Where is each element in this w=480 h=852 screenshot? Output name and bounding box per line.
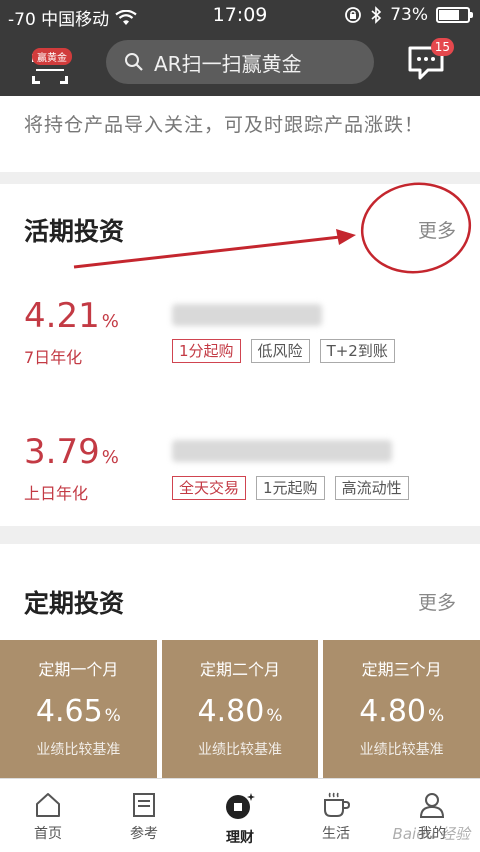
current-investment-title: 活期投资 <box>24 217 125 246</box>
document-icon <box>133 793 155 817</box>
tab-label: 首页 <box>34 826 62 842</box>
fixed-product-card[interactable]: 定期三个月 4.80% 业绩比较基准 <box>323 640 480 780</box>
card-term: 定期三个月 <box>361 660 442 679</box>
battery-percent: 73% <box>390 5 428 25</box>
card-rate-unit: % <box>104 706 121 726</box>
tag: 高流动性 <box>334 476 409 500</box>
product-rate: 4.21% <box>24 296 119 336</box>
tag: T+2到账 <box>319 339 395 363</box>
fixed-investment-title: 定期投资 <box>24 589 125 618</box>
rate-label: 7日年化 <box>24 348 83 367</box>
card-note: 业绩比较基准 <box>36 742 121 758</box>
messages-button[interactable]: 15 <box>406 38 454 84</box>
tag: 1分起购 <box>172 339 241 363</box>
product-rate: 3.79% <box>24 432 119 472</box>
tab-label: 理财 <box>226 830 254 846</box>
tab-home[interactable]: 首页 <box>0 779 96 852</box>
current-investment-more-link[interactable]: 更多 <box>418 216 456 243</box>
scan-button[interactable]: 赢黄金 <box>26 40 76 86</box>
wealth-icon <box>226 793 255 819</box>
fixed-product-card[interactable]: 定期一个月 4.65% 业绩比较基准 <box>0 640 157 780</box>
tag: 全天交易 <box>172 476 247 500</box>
card-term: 定期一个月 <box>38 660 119 679</box>
card-note: 业绩比较基准 <box>198 742 282 758</box>
tab-label: 参考 <box>130 826 158 842</box>
bottom-tab-bar: 首页 参考 理财 生活 我的 Baidu 经验 <box>0 778 480 852</box>
tag: 低风险 <box>250 339 310 363</box>
product-name-blurred <box>172 440 392 462</box>
scan-gold-badge: 赢黄金 <box>32 48 72 65</box>
rate-unit: % <box>101 447 119 468</box>
current-investment-section: 活期投资 更多 4.21% 7日年化 1分起购 低风险 T+2到账 3.79% … <box>0 184 480 526</box>
card-rate-value: 4.80 <box>197 694 265 729</box>
card-rate-value: 4.80 <box>359 694 426 729</box>
baidu-watermark: Baidu 经验 <box>392 825 470 843</box>
tag: 1元起购 <box>256 476 325 500</box>
product-name-blurred <box>172 304 322 326</box>
card-rate-unit: % <box>428 706 445 726</box>
search-icon <box>125 53 143 71</box>
top-nav: 赢黄金 AR扫一扫赢黄金 15 <box>0 32 480 96</box>
fixed-product-card[interactable]: 定期二个月 4.80% 业绩比较基准 <box>161 640 319 780</box>
card-rate-unit: % <box>266 706 283 726</box>
battery-icon <box>436 7 473 23</box>
fixed-investment-more-link[interactable]: 更多 <box>418 588 456 615</box>
person-icon <box>419 793 445 818</box>
card-note: 业绩比较基准 <box>359 742 444 758</box>
import-tip-card[interactable]: 将持仓产品导入关注，可及时跟踪产品涨跌！ <box>0 96 480 172</box>
import-tip-text: 将持仓产品导入关注，可及时跟踪产品涨跌！ <box>24 114 425 136</box>
tab-reference[interactable]: 参考 <box>96 779 192 852</box>
rotation-lock-icon <box>345 7 362 23</box>
tab-wealth[interactable]: 理财 <box>192 779 288 852</box>
battery-fill <box>439 10 460 20</box>
status-bar: -70 中国移动 17:09 73% <box>0 0 480 32</box>
card-rate: 4.80% <box>323 694 480 729</box>
home-icon <box>36 793 60 817</box>
fixed-product-cards: 定期一个月 4.65% 业绩比较基准 定期二个月 4.80% 业绩比较基准 定期… <box>0 640 480 780</box>
product-tags: 1分起购 低风险 T+2到账 <box>172 339 395 363</box>
status-right: 73% <box>344 5 473 25</box>
card-rate: 4.65% <box>0 694 157 729</box>
card-rate: 4.80% <box>162 694 319 729</box>
card-term: 定期二个月 <box>200 660 281 679</box>
rate-label: 上日年化 <box>24 484 89 503</box>
rate-value: 3.79 <box>24 432 100 472</box>
tab-life[interactable]: 生活 <box>288 779 384 852</box>
bluetooth-icon <box>371 6 382 24</box>
rate-unit: % <box>101 311 119 332</box>
search-placeholder: AR扫一扫赢黄金 <box>154 51 302 76</box>
search-bar[interactable]: AR扫一扫赢黄金 <box>106 40 374 84</box>
tab-label: 生活 <box>322 826 350 842</box>
product-tags: 全天交易 1元起购 高流动性 <box>172 476 409 500</box>
cup-icon <box>324 792 351 817</box>
card-rate-value: 4.65 <box>35 694 103 729</box>
message-count-badge: 15 <box>430 38 454 56</box>
rate-value: 4.21 <box>24 296 100 336</box>
